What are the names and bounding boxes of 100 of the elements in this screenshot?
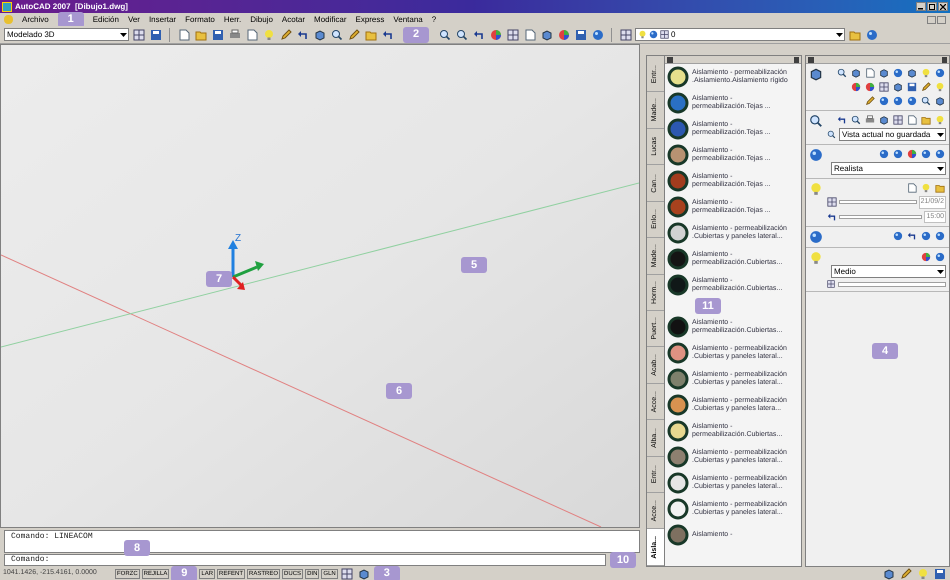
menu-item[interactable]: Dibujo [250, 14, 273, 26]
sphere-icon[interactable] [879, 149, 889, 159]
sphere-icon[interactable] [935, 68, 945, 78]
color-wheel-icon[interactable] [907, 149, 917, 159]
minimize-button[interactable] [916, 2, 926, 11]
material-sphere[interactable] [668, 524, 688, 546]
magnifier-icon[interactable] [330, 28, 342, 40]
material-sphere[interactable] [668, 368, 688, 390]
grid-icon[interactable] [879, 82, 889, 92]
grid-icon[interactable] [341, 568, 354, 580]
magnifier-icon[interactable] [851, 115, 861, 125]
menu-item[interactable]: Modificar [314, 14, 346, 26]
pencil-icon[interactable] [348, 28, 360, 40]
material-sphere[interactable] [668, 446, 688, 468]
magnifier-icon[interactable] [438, 28, 450, 40]
grid-icon[interactable] [132, 28, 144, 40]
material-sphere[interactable] [668, 222, 688, 244]
material-sphere[interactable] [668, 394, 688, 416]
slider-track[interactable] [839, 200, 917, 204]
workspace-dropdown[interactable]: Modelado 3D [4, 28, 129, 41]
folder-icon[interactable] [921, 115, 931, 125]
material-sphere[interactable] [668, 196, 688, 218]
lightbulb-icon[interactable] [916, 568, 928, 580]
folder-icon[interactable] [194, 28, 206, 40]
sphere-icon[interactable] [879, 96, 889, 106]
pencil-icon[interactable] [865, 96, 875, 106]
sphere-icon[interactable] [935, 231, 945, 241]
menu-item[interactable]: Edición [92, 14, 119, 26]
command-input[interactable]: Comando: [4, 554, 606, 566]
menu-item[interactable]: Herr. [224, 14, 242, 26]
printer-icon[interactable] [228, 28, 240, 40]
menu-button[interactable] [808, 56, 814, 62]
color-wheel-icon[interactable] [490, 28, 502, 40]
close-button[interactable] [794, 56, 799, 62]
menu-item[interactable]: Insertar [148, 14, 176, 26]
material-sphere[interactable] [668, 420, 688, 442]
grid-icon[interactable] [620, 28, 632, 40]
close-button[interactable] [942, 56, 947, 62]
sphere-icon[interactable] [893, 231, 903, 241]
curved-arrow-icon[interactable] [296, 28, 308, 40]
curved-arrow-icon[interactable] [837, 115, 847, 125]
cube-icon[interactable] [851, 68, 861, 78]
menu-item[interactable]: Ventana [393, 14, 423, 26]
lightbulb-icon[interactable] [921, 183, 931, 193]
material-sphere[interactable] [668, 144, 688, 166]
sphere-icon[interactable] [893, 68, 903, 78]
sphere-icon[interactable] [935, 252, 945, 262]
lightbulb-icon[interactable] [262, 28, 274, 40]
lightbulb-icon[interactable] [935, 115, 945, 125]
material-sphere[interactable] [668, 472, 688, 494]
sphere-icon[interactable] [893, 96, 903, 106]
menu-button[interactable] [667, 56, 673, 62]
curved-arrow-icon[interactable] [472, 28, 484, 40]
cube-icon[interactable] [314, 28, 326, 40]
menu-item[interactable]: Acotar [282, 14, 306, 26]
cube-icon[interactable] [935, 96, 945, 106]
color-wheel-icon[interactable] [558, 28, 570, 40]
close-button[interactable] [938, 2, 948, 11]
pencil-icon[interactable] [921, 82, 931, 92]
folder-icon[interactable] [935, 183, 945, 193]
sphere-icon[interactable] [592, 28, 604, 40]
curved-arrow-icon[interactable] [382, 28, 394, 40]
menu-item[interactable]: Ver [128, 14, 140, 26]
color-wheel-icon[interactable] [865, 82, 875, 92]
visual-style-dropdown[interactable]: Realista [831, 162, 946, 175]
quality-dropdown[interactable]: Medio [831, 265, 946, 278]
slider-track[interactable] [839, 214, 922, 219]
material-sphere[interactable] [668, 170, 688, 192]
color-wheel-icon[interactable] [921, 252, 931, 262]
sphere-icon[interactable] [935, 149, 945, 159]
folder-icon[interactable] [848, 28, 860, 40]
menu-item[interactable]: ? [432, 14, 436, 26]
magnifier-icon[interactable] [456, 28, 468, 40]
material-sphere[interactable] [668, 92, 688, 114]
restore-button[interactable] [937, 16, 946, 24]
view-dropdown[interactable]: Vista actual no guardada [839, 128, 946, 141]
lightbulb-icon[interactable] [935, 82, 945, 92]
cube-icon[interactable] [879, 115, 889, 125]
layer-dropdown[interactable]: 0 [635, 28, 845, 41]
grid-icon[interactable] [506, 28, 518, 40]
lightbulb-icon[interactable] [921, 68, 931, 78]
sphere-icon[interactable] [921, 149, 931, 159]
menu-item[interactable]: Express [355, 14, 384, 26]
grid-icon[interactable] [893, 115, 903, 125]
color-wheel-icon[interactable] [851, 82, 861, 92]
maximize-button[interactable] [927, 2, 937, 11]
sphere-icon[interactable] [893, 149, 903, 159]
printer-icon[interactable] [865, 115, 875, 125]
slider-track[interactable] [838, 282, 946, 286]
material-sphere[interactable] [668, 66, 688, 88]
sphere-icon[interactable] [921, 231, 931, 241]
magnifier-icon[interactable] [837, 68, 847, 78]
magnifier-icon[interactable] [921, 96, 931, 106]
material-sphere[interactable] [668, 342, 688, 364]
cube-icon[interactable] [540, 28, 552, 40]
menu-item[interactable]: Formato [185, 14, 215, 26]
material-sphere[interactable] [668, 274, 688, 296]
material-sphere[interactable] [668, 248, 688, 270]
menu-item[interactable]: Archivo [22, 14, 49, 26]
pencil-icon[interactable] [280, 28, 292, 40]
